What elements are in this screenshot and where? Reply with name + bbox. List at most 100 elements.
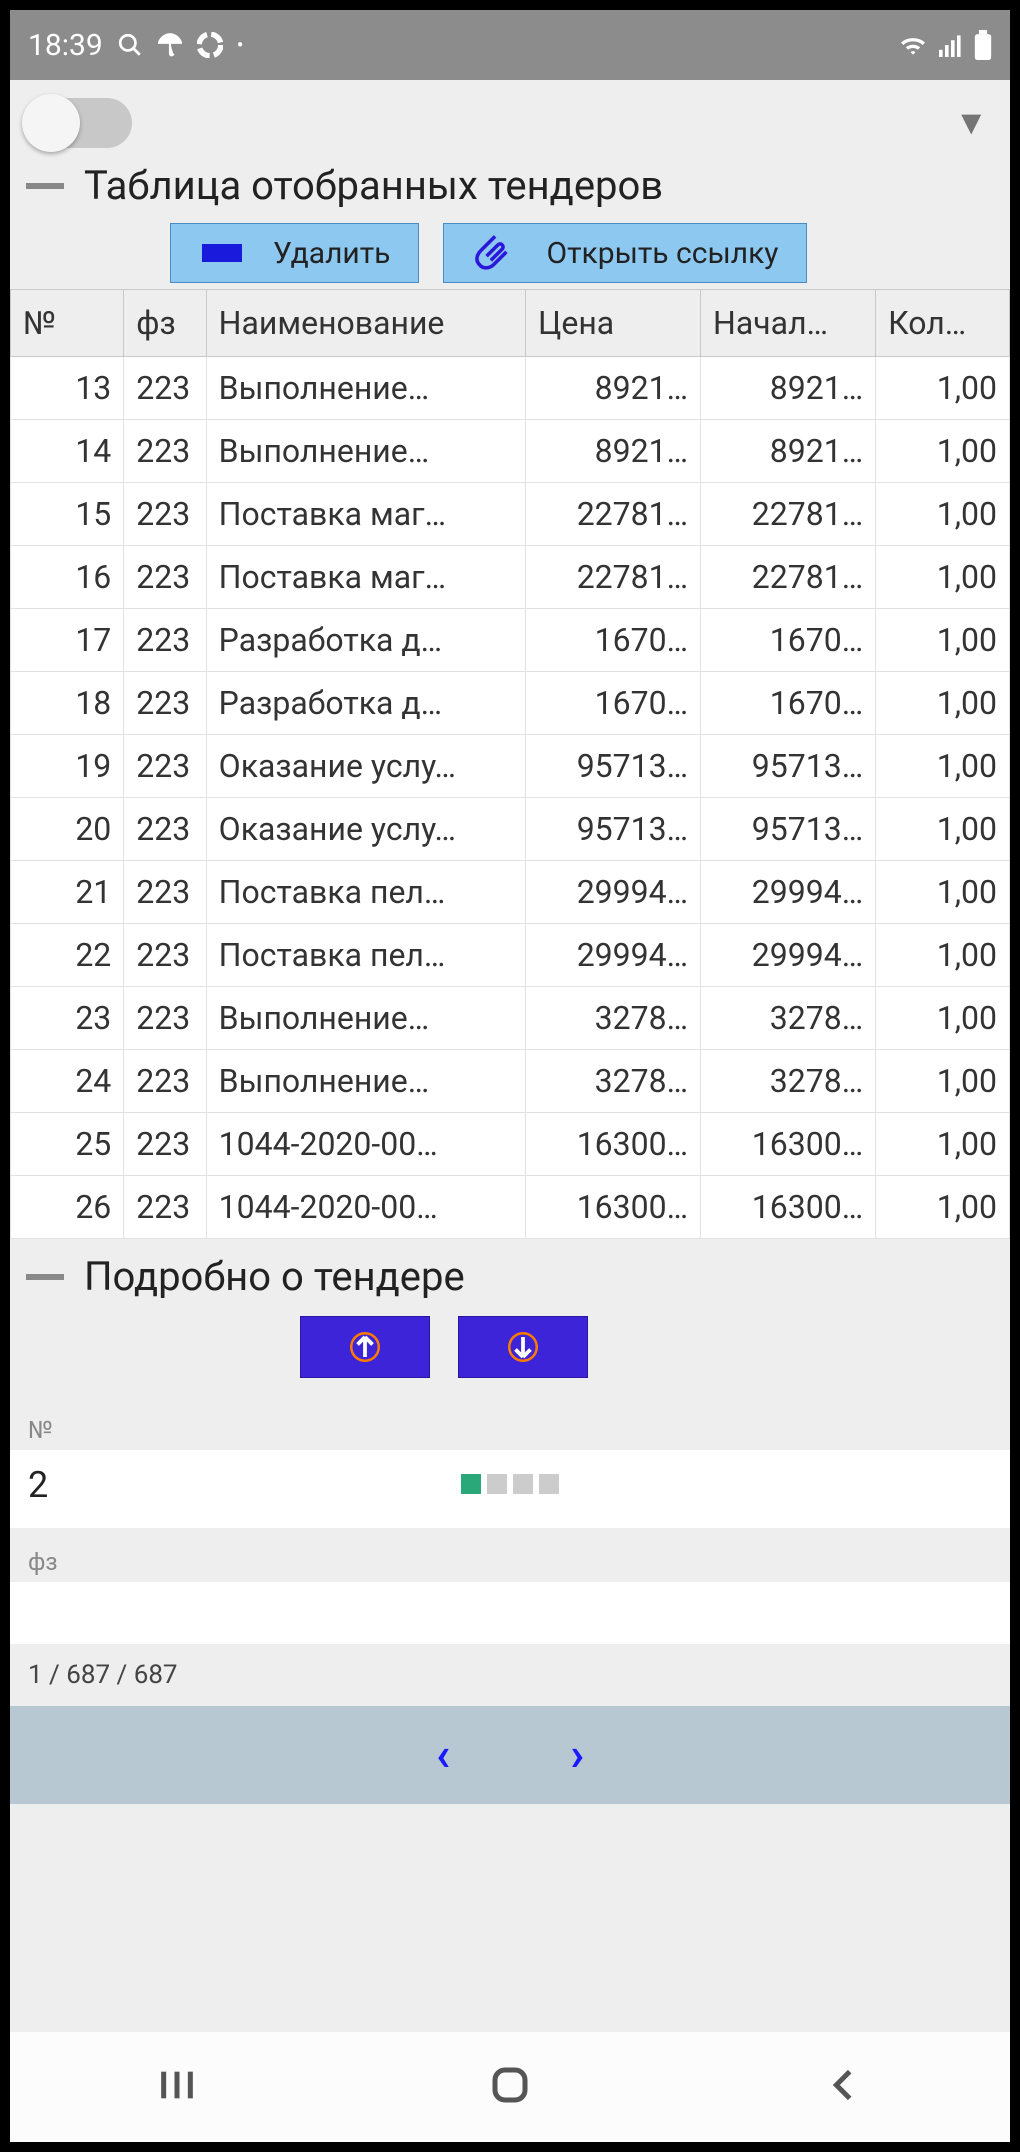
cell-qty: 1,00 [876,861,1010,924]
home-button[interactable] [490,2065,530,2109]
table-row[interactable]: 20223Оказание услу…95713…95713…1,00 [11,798,1010,861]
cell-start: 29994… [701,924,876,987]
col-header-fz[interactable]: фз [124,290,206,357]
cell-qty: 1,00 [876,609,1010,672]
cell-price: 29994… [525,861,700,924]
cell-price: 22781… [525,483,700,546]
cell-no: 17 [11,609,124,672]
open-link-button-label: Открыть ссылку [546,236,778,271]
cell-fz: 223 [124,672,206,735]
table-row[interactable]: 13223Выполнение…8921…8921…1,00 [11,357,1010,420]
cell-qty: 1,00 [876,546,1010,609]
table-row[interactable]: 14223Выполнение…8921…8921…1,00 [11,420,1010,483]
cell-name: Разработка д… [206,672,525,735]
cell-price: 1670… [525,609,700,672]
signal-icon [938,33,964,57]
collapse-icon[interactable] [26,183,64,189]
cell-start: 1670… [701,609,876,672]
table-row[interactable]: 262231044-2020-00…16300…16300…1,00 [11,1176,1010,1239]
col-header-no[interactable]: № [11,290,124,357]
umbrella-icon [157,32,183,58]
cell-fz: 223 [124,987,206,1050]
cell-name: Поставка пел… [206,924,525,987]
cell-fz: 223 [124,1176,206,1239]
cell-name: Оказание услу… [206,735,525,798]
cell-qty: 1,00 [876,357,1010,420]
table-row[interactable]: 16223Поставка маг…22781…22781…1,00 [11,546,1010,609]
cell-name: Поставка маг… [206,483,525,546]
pager-bar: ‹ › [10,1706,1010,1804]
table-row[interactable]: 23223Выполнение…3278…3278…1,00 [11,987,1010,1050]
details-section-title: Подробно о тендере [84,1253,465,1300]
cell-qty: 1,00 [876,924,1010,987]
delete-button-label: Удалить [273,236,390,271]
recents-button[interactable] [157,2065,197,2109]
cell-name: 1044-2020-00… [206,1176,525,1239]
field-fz-value[interactable] [10,1582,1010,1644]
table-row[interactable]: 21223Поставка пел…29994…29994…1,00 [11,861,1010,924]
cell-name: Оказание услу… [206,798,525,861]
delete-button[interactable]: Удалить [170,223,419,283]
cell-price: 95713… [525,735,700,798]
status-time: 18:39 [28,28,103,63]
cell-no: 21 [11,861,124,924]
cell-qty: 1,00 [876,1113,1010,1176]
cell-name: Поставка пел… [206,861,525,924]
prev-record-button[interactable] [300,1316,430,1378]
cell-start: 3278… [701,1050,876,1113]
cell-qty: 1,00 [876,1050,1010,1113]
cell-no: 15 [11,483,124,546]
col-header-price[interactable]: Цена [525,290,700,357]
table-row[interactable]: 19223Оказание услу…95713…95713…1,00 [11,735,1010,798]
table-row[interactable]: 15223Поставка маг…22781…22781…1,00 [11,483,1010,546]
system-nav-bar [10,2032,1010,2142]
pager-prev[interactable]: ‹ [436,1728,450,1782]
page-dots [10,1474,1010,1494]
col-header-start[interactable]: Начал… [701,290,876,357]
cell-fz: 223 [124,798,206,861]
cell-start: 8921… [701,357,876,420]
cell-start: 16300… [701,1113,876,1176]
filter-toggle[interactable] [26,98,132,148]
cell-name: Выполнение… [206,987,525,1050]
table-row[interactable]: 22223Поставка пел…29994…29994…1,00 [11,924,1010,987]
cell-name: Поставка маг… [206,546,525,609]
cell-no: 18 [11,672,124,735]
cell-no: 26 [11,1176,124,1239]
collapse-icon[interactable] [26,1274,64,1280]
cell-no: 13 [11,357,124,420]
pager-next[interactable]: › [570,1728,584,1782]
back-button[interactable] [823,2065,863,2109]
cell-fz: 223 [124,1113,206,1176]
attachment-icon [472,237,518,269]
cell-qty: 1,00 [876,1176,1010,1239]
cell-fz: 223 [124,609,206,672]
cell-name: 1044-2020-00… [206,1113,525,1176]
cell-start: 8921… [701,420,876,483]
field-fz-label: фз [10,1528,1010,1582]
search-icon [117,32,143,58]
next-record-button[interactable] [458,1316,588,1378]
cell-fz: 223 [124,924,206,987]
cell-fz: 223 [124,483,206,546]
table-row[interactable]: 24223Выполнение…3278…3278…1,00 [11,1050,1010,1113]
dot-icon: • [237,33,244,57]
field-no-label: № [10,1396,1010,1450]
table-row[interactable]: 18223Разработка д…1670…1670…1,00 [11,672,1010,735]
table-row[interactable]: 252231044-2020-00…16300…16300…1,00 [11,1113,1010,1176]
open-link-button[interactable]: Открыть ссылку [443,223,807,283]
wifi-icon [898,33,928,57]
tenders-table: № фз Наименование Цена Начал… Кол… 13223… [10,289,1010,1239]
col-header-name[interactable]: Наименование [206,290,525,357]
cell-price: 95713… [525,798,700,861]
cell-qty: 1,00 [876,735,1010,798]
status-bar: 18:39 • [10,10,1010,80]
cell-no: 23 [11,987,124,1050]
cell-price: 1670… [525,672,700,735]
table-row[interactable]: 17223Разработка д…1670…1670…1,00 [11,609,1010,672]
cell-name: Разработка д… [206,609,525,672]
cell-fz: 223 [124,546,206,609]
dropdown-caret[interactable]: ▼ [954,103,988,143]
cell-qty: 1,00 [876,987,1010,1050]
col-header-qty[interactable]: Кол… [876,290,1010,357]
